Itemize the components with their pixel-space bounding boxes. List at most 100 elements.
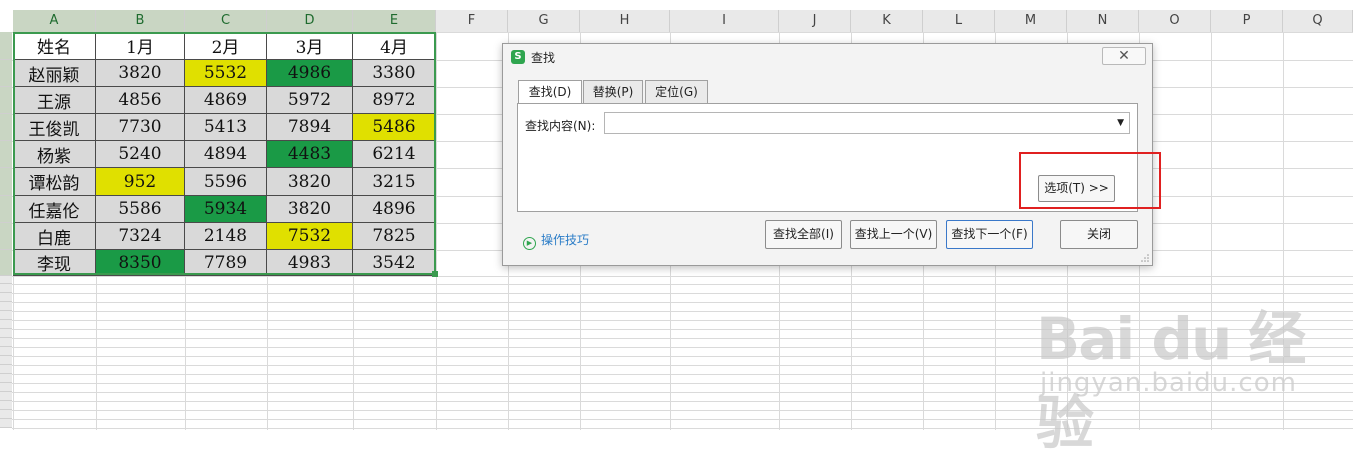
column-header-e[interactable]: E [353,10,436,32]
name-cell[interactable]: 李现 [13,250,96,276]
table-header-cell[interactable]: 2月 [185,32,267,60]
row-header[interactable] [0,60,12,87]
column-header-d[interactable]: D [267,10,353,32]
value-cell[interactable]: 7894 [267,114,353,141]
row-header[interactable] [0,347,12,356]
value-cell[interactable]: 3820 [96,60,185,87]
row-header[interactable] [0,302,12,311]
name-cell[interactable]: 任嘉伦 [13,196,96,223]
close-button[interactable]: 关闭 [1060,220,1138,249]
value-cell[interactable]: 4896 [353,196,436,223]
value-cell[interactable]: 7324 [96,223,185,250]
row-header[interactable] [0,419,12,428]
value-cell[interactable]: 5972 [267,87,353,114]
column-header-h[interactable]: H [580,10,670,32]
column-header-q[interactable]: Q [1283,10,1353,32]
value-cell[interactable]: 5413 [185,114,267,141]
find-previous-button[interactable]: 查找上一个(V) [850,220,937,249]
column-header-b[interactable]: B [96,10,185,32]
value-cell[interactable]: 3820 [267,168,353,196]
tab-find[interactable]: 查找(D) [518,80,582,104]
value-cell[interactable]: 4869 [185,87,267,114]
row-header[interactable] [0,276,12,284]
row-header[interactable] [0,141,12,168]
value-cell[interactable]: 3820 [267,196,353,223]
name-cell[interactable]: 赵丽颖 [13,60,96,87]
value-cell[interactable]: 3380 [353,60,436,87]
value-cell[interactable]: 2148 [185,223,267,250]
table-header-cell[interactable]: 3月 [267,32,353,60]
row-header[interactable] [0,223,12,250]
column-header-f[interactable]: F [436,10,508,32]
column-header-i[interactable]: I [670,10,779,32]
row-header[interactable] [0,293,12,302]
dropdown-arrow-icon[interactable]: ▼ [1117,118,1124,128]
value-cell[interactable]: 4983 [267,250,353,276]
tab-replace[interactable]: 替换(P) [583,80,643,103]
table-header-cell[interactable]: 姓名 [13,32,96,60]
tab-goto[interactable]: 定位(G) [645,80,708,103]
value-cell[interactable]: 5596 [185,168,267,196]
column-header-l[interactable]: L [923,10,995,32]
row-header[interactable] [0,114,12,141]
column-header-o[interactable]: O [1139,10,1211,32]
value-cell[interactable]: 7825 [353,223,436,250]
row-header[interactable] [0,401,12,410]
find-all-button[interactable]: 查找全部(I) [765,220,842,249]
name-cell[interactable]: 王俊凯 [13,114,96,141]
row-header[interactable] [0,87,12,114]
name-cell[interactable]: 白鹿 [13,223,96,250]
row-header[interactable] [0,329,12,338]
row-header[interactable] [0,356,12,365]
row-header[interactable] [0,32,12,60]
column-header-a[interactable]: A [13,10,96,32]
column-header-p[interactable]: P [1211,10,1283,32]
value-cell[interactable]: 4856 [96,87,185,114]
value-cell[interactable]: 5532 [185,60,267,87]
name-cell[interactable]: 谭松韵 [13,168,96,196]
row-header[interactable] [0,374,12,383]
name-cell[interactable]: 王源 [13,87,96,114]
value-cell[interactable]: 952 [96,168,185,196]
row-header[interactable] [0,392,12,401]
value-cell[interactable]: 5934 [185,196,267,223]
table-header-cell[interactable]: 4月 [353,32,436,60]
value-cell[interactable]: 5486 [353,114,436,141]
value-cell[interactable]: 8972 [353,87,436,114]
value-cell[interactable]: 4894 [185,141,267,168]
row-header[interactable] [0,250,12,276]
value-cell[interactable]: 6214 [353,141,436,168]
value-cell[interactable]: 3215 [353,168,436,196]
value-cell[interactable]: 4986 [267,60,353,87]
column-header-c[interactable]: C [185,10,267,32]
table-header-cell[interactable]: 1月 [96,32,185,60]
find-next-button[interactable]: 查找下一个(F) [946,220,1033,249]
close-icon[interactable]: ✕ [1102,47,1146,65]
find-content-input[interactable]: ▼ [604,112,1130,134]
fill-handle[interactable] [432,271,438,277]
value-cell[interactable]: 3542 [353,250,436,276]
row-header[interactable] [0,338,12,347]
row-header[interactable] [0,320,12,329]
row-header[interactable] [0,410,12,419]
value-cell[interactable]: 4483 [267,141,353,168]
row-header[interactable] [0,311,12,320]
column-header-j[interactable]: J [779,10,851,32]
value-cell[interactable]: 7730 [96,114,185,141]
value-cell[interactable]: 7789 [185,250,267,276]
dialog-title-bar[interactable]: S 查找 ✕ [503,44,1152,70]
value-cell[interactable]: 8350 [96,250,185,276]
tips-link[interactable]: ▶ 操作技巧 [523,231,589,250]
name-cell[interactable]: 杨紫 [13,141,96,168]
row-header[interactable] [0,168,12,196]
value-cell[interactable]: 7532 [267,223,353,250]
row-header[interactable] [0,284,12,293]
column-header-n[interactable]: N [1067,10,1139,32]
row-header[interactable] [0,383,12,392]
value-cell[interactable]: 5586 [96,196,185,223]
value-cell[interactable]: 5240 [96,141,185,168]
column-header-k[interactable]: K [851,10,923,32]
column-header-m[interactable]: M [995,10,1067,32]
column-header-g[interactable]: G [508,10,580,32]
row-header[interactable] [0,196,12,223]
